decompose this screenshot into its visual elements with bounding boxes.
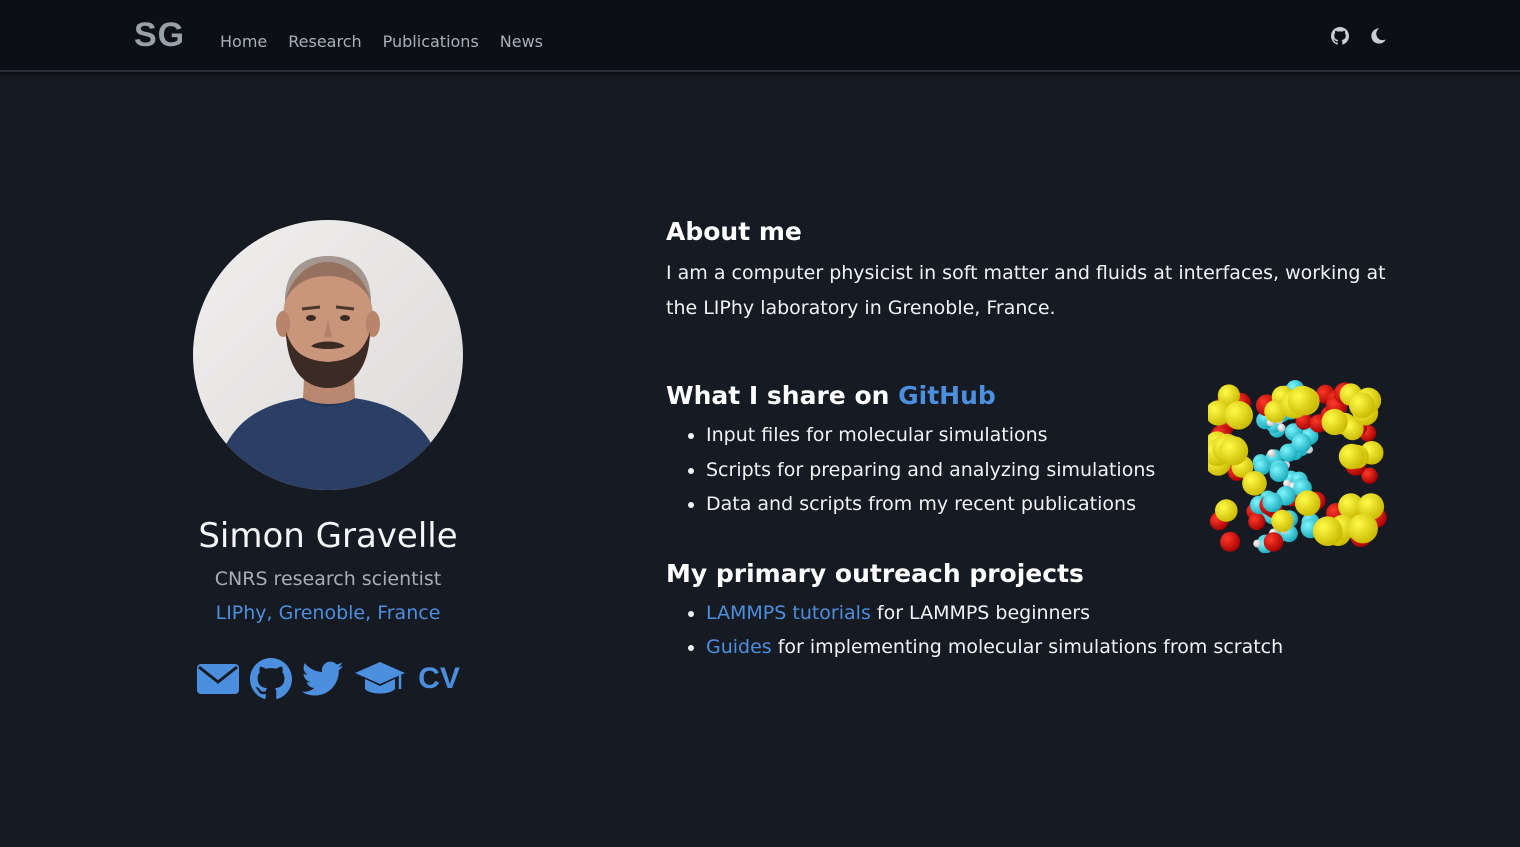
molecule-atom xyxy=(1248,512,1266,531)
about-section: About me I am a computer physicist in so… xyxy=(666,214,1390,326)
molecule-atom xyxy=(1262,492,1283,513)
nav-links: Home Research Publications News xyxy=(220,32,543,51)
about-heading: About me xyxy=(666,217,802,246)
main-content: About me I am a computer physicist in so… xyxy=(666,214,1390,665)
molecule-atom xyxy=(1242,471,1267,496)
molecule-atom xyxy=(1338,443,1365,470)
molecule-atom xyxy=(1287,385,1318,416)
guides-link[interactable]: Guides xyxy=(706,636,772,658)
cv-link[interactable]: CV xyxy=(418,662,460,696)
twitter-icon[interactable] xyxy=(302,661,344,697)
profile-name: Simon Gravelle xyxy=(198,516,458,556)
molecule-atom xyxy=(1215,499,1238,522)
avatar xyxy=(193,220,463,490)
molecule-atom xyxy=(1294,490,1321,516)
molecule-atom xyxy=(1312,516,1343,546)
profile-role: CNRS research scientist xyxy=(214,568,442,590)
moon-icon[interactable] xyxy=(1369,27,1387,45)
list-item: Guides for implementing molecular simula… xyxy=(706,630,1390,665)
brand-logo[interactable]: SG xyxy=(134,16,185,55)
list-item: LAMMPS tutorials for LAMMPS beginners xyxy=(706,596,1390,631)
share-section: What I share on GitHub Input files for m… xyxy=(666,378,1390,553)
graduation-cap-icon[interactable] xyxy=(354,660,406,698)
molecule-atom xyxy=(1291,433,1312,453)
molecule-atom xyxy=(1263,532,1284,552)
molecule-atom xyxy=(1220,531,1241,552)
molecule-atom xyxy=(1253,539,1262,548)
nav-link-publications[interactable]: Publications xyxy=(383,32,479,51)
affiliation-link[interactable]: LIPhy, Grenoble, France xyxy=(216,598,441,628)
molecule-atom xyxy=(1348,513,1378,544)
github-icon[interactable] xyxy=(250,658,293,700)
github-icon[interactable] xyxy=(1331,27,1349,45)
molecule-image xyxy=(1208,380,1387,553)
envelope-icon[interactable] xyxy=(196,663,240,695)
lammps-tutorials-link[interactable]: LAMMPS tutorials xyxy=(706,602,871,624)
nav-link-news[interactable]: News xyxy=(500,32,543,51)
molecule-atom xyxy=(1267,449,1276,458)
molecule-atom xyxy=(1269,463,1289,482)
about-text: I am a computer physicist in soft matter… xyxy=(666,262,1386,319)
social-links: CV xyxy=(160,658,496,700)
list-item-text: for LAMMPS beginners xyxy=(870,601,1090,624)
share-heading-prefix: What I share on xyxy=(666,381,899,410)
molecule-atom xyxy=(1277,423,1286,432)
outreach-heading: My primary outreach projects xyxy=(666,558,1084,588)
nav-link-home[interactable]: Home xyxy=(220,32,267,51)
top-navbar: SG Home Research Publications News xyxy=(0,0,1520,72)
list-item-text: for implementing molecular simulations f… xyxy=(771,636,1284,658)
github-link[interactable]: GitHub xyxy=(898,381,996,410)
outreach-list: LAMMPS tutorials for LAMMPS beginners Gu… xyxy=(666,596,1390,665)
nav-link-research[interactable]: Research xyxy=(288,32,361,51)
outreach-section: My primary outreach projects LAMMPS tuto… xyxy=(666,556,1390,665)
molecule-atom xyxy=(1271,509,1294,532)
molecule-atom xyxy=(1219,436,1249,466)
molecule-atom xyxy=(1224,401,1253,430)
profile-card: Simon Gravelle CNRS research scientist L… xyxy=(160,220,496,700)
molecule-atom xyxy=(1349,392,1375,419)
molecule-atom xyxy=(1321,408,1348,436)
